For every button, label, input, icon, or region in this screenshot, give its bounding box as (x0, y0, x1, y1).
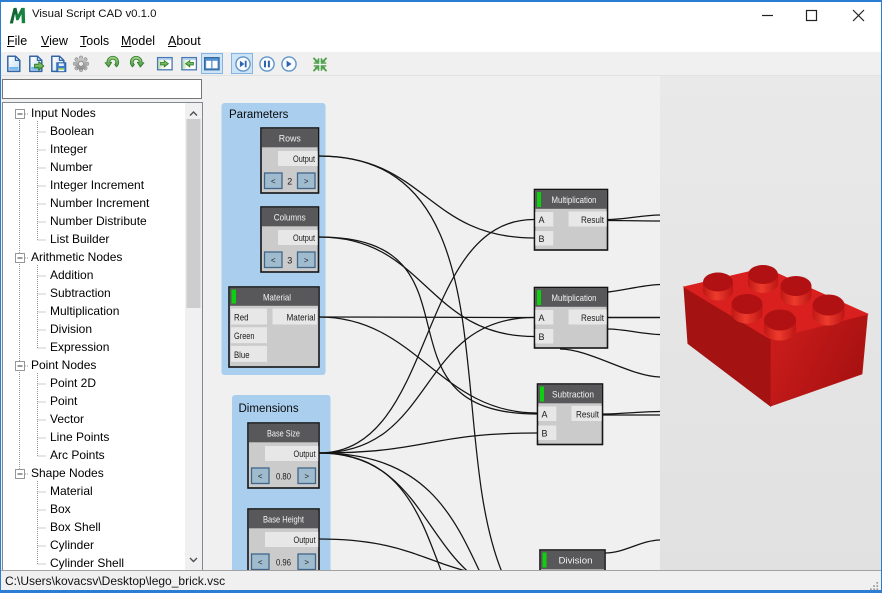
svg-text:Output: Output (294, 535, 316, 545)
svg-text:0.96: 0.96 (276, 558, 291, 568)
svg-text:Columns: Columns (274, 213, 306, 223)
svg-text:>: > (304, 472, 309, 481)
svg-text:Material: Material (263, 293, 291, 303)
svg-text:Dimensions: Dimensions (239, 403, 299, 415)
svg-text:Output: Output (294, 449, 316, 459)
svg-text:Result: Result (576, 410, 599, 420)
svg-text:Result: Result (581, 215, 604, 225)
svg-text:Division: Division (559, 556, 593, 566)
svg-text:<: < (271, 256, 276, 265)
svg-text:Parameters: Parameters (229, 109, 289, 121)
svg-text:Output: Output (293, 233, 315, 243)
svg-text:Multiplication: Multiplication (552, 195, 597, 205)
svg-text:Green: Green (234, 331, 255, 341)
svg-text:3: 3 (287, 256, 292, 266)
svg-text:<: < (258, 558, 263, 567)
svg-text:Result: Result (581, 313, 604, 323)
svg-text:>: > (304, 256, 309, 265)
svg-text:<: < (271, 177, 276, 186)
svg-text:Material: Material (287, 313, 316, 323)
svg-text:Base Size: Base Size (267, 429, 300, 439)
svg-text:B: B (539, 332, 545, 342)
svg-text:Output: Output (293, 154, 315, 164)
svg-text:>: > (304, 558, 309, 567)
svg-text:0.80: 0.80 (276, 472, 291, 482)
svg-text:Multiplication: Multiplication (552, 293, 597, 303)
svg-text:>: > (304, 177, 309, 186)
svg-text:B: B (539, 234, 545, 244)
svg-text:Base Height: Base Height (263, 515, 304, 525)
svg-text:Red: Red (234, 313, 249, 323)
svg-text:Rows: Rows (279, 134, 301, 144)
svg-text:A: A (539, 215, 545, 225)
svg-text:<: < (258, 472, 263, 481)
svg-text:Subtraction: Subtraction (552, 390, 594, 400)
svg-text:Blue: Blue (234, 350, 250, 360)
svg-text:A: A (542, 410, 548, 420)
svg-text:2: 2 (287, 177, 292, 187)
svg-text:A: A (539, 313, 545, 323)
svg-text:B: B (542, 429, 548, 439)
